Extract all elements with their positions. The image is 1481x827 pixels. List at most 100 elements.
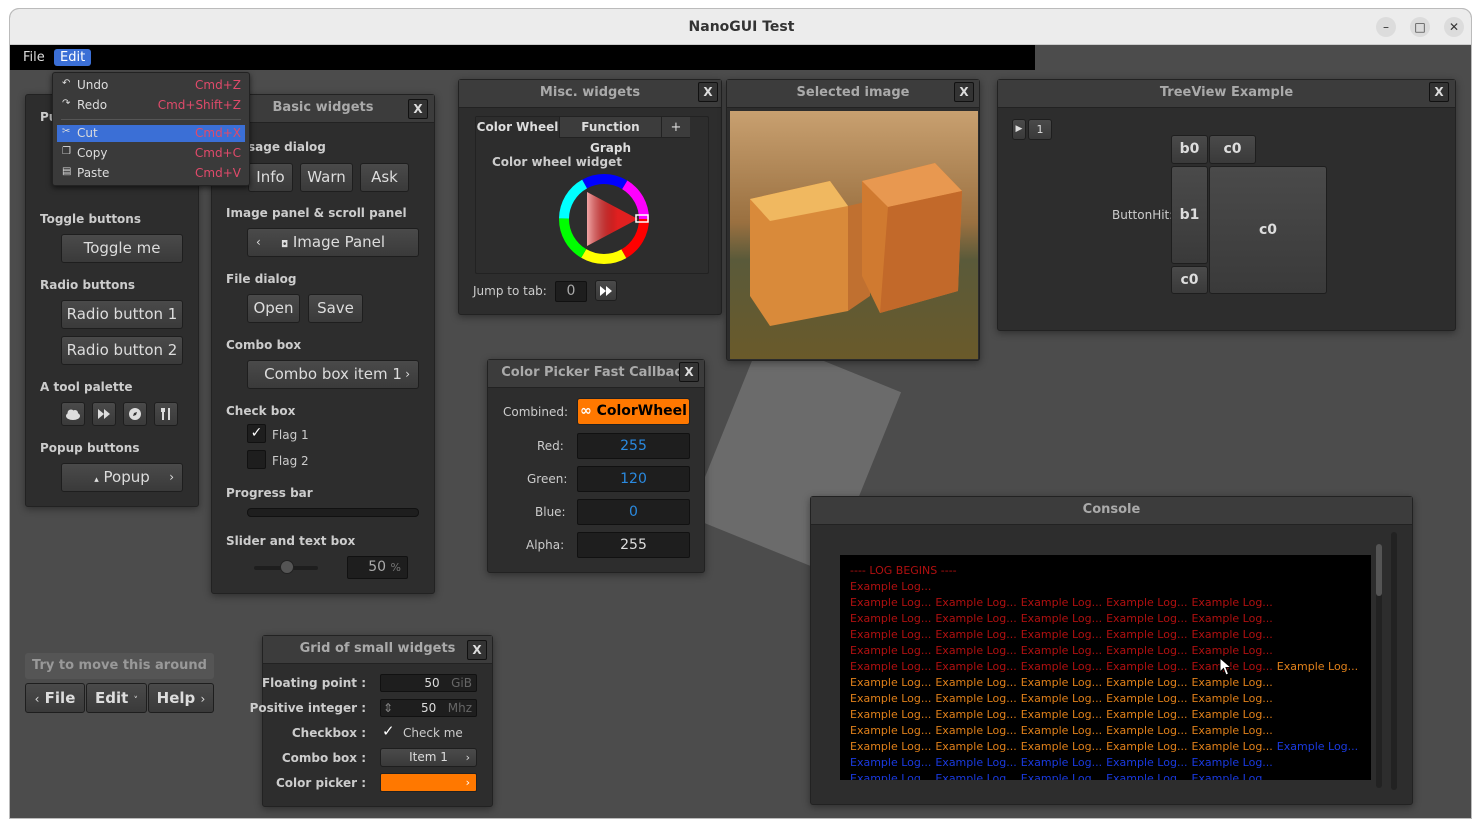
alpha-input[interactable]: 255: [577, 532, 690, 558]
outer-scrollbar[interactable]: [1391, 532, 1397, 790]
blue-input[interactable]: 0: [577, 499, 690, 525]
colorwheel-button[interactable]: infinity-icon∞ ColorWheel: [577, 398, 690, 425]
chevron-right-icon: ›: [465, 751, 470, 764]
cake-image: [730, 111, 978, 359]
b0-button[interactable]: b0: [1171, 135, 1208, 164]
log-entry: Example Log...: [1106, 612, 1188, 625]
log-entry: Example Log...: [1191, 708, 1273, 721]
tab-add-button[interactable]: +: [662, 117, 690, 138]
grid-widgets-panel[interactable]: Grid of small widgets X Floating point :…: [250, 635, 493, 807]
panel-title: Try to move this around: [25, 653, 214, 679]
open-button[interactable]: Open: [247, 294, 300, 323]
tab-function-graph[interactable]: Function Graph: [560, 117, 662, 155]
ask-button[interactable]: Ask: [360, 163, 409, 192]
menu-item-undo[interactable]: ↶ Undo Cmd+Z: [57, 77, 245, 94]
slider-handle[interactable]: [280, 560, 294, 574]
image-panel-button[interactable]: ‹ ◘ Image Panel: [247, 228, 419, 257]
misc-widgets-panel[interactable]: Misc. widgets X Color Wheel Function Gra…: [458, 79, 722, 315]
red-input[interactable]: 255: [577, 433, 690, 459]
menu-item-cut[interactable]: ✂ Cut Cmd+X: [57, 125, 245, 142]
positive-integer-input[interactable]: ⇕ 50 Mhz: [380, 699, 477, 717]
play-icon[interactable]: ▶: [1012, 119, 1026, 140]
c0-top-button[interactable]: c0: [1209, 135, 1256, 164]
count-button[interactable]: 1: [1028, 119, 1052, 140]
close-button[interactable]: X: [679, 362, 699, 382]
color-wheel[interactable]: [557, 172, 651, 266]
close-button[interactable]: X: [698, 82, 718, 102]
menu-item-copy[interactable]: ❐ Copy Cmd+C: [57, 145, 245, 162]
spinner-icon[interactable]: ⇕: [383, 700, 393, 716]
minimize-button[interactable]: –: [1376, 17, 1396, 37]
utensils-icon[interactable]: [154, 402, 178, 426]
log-entry: Example Log...: [850, 660, 932, 673]
file-popup-button[interactable]: ‹ File: [25, 683, 85, 713]
panel-title: Grid of small widgets: [263, 636, 492, 664]
close-button[interactable]: X: [467, 640, 487, 660]
selected-image-panel[interactable]: Selected image X: [726, 79, 980, 361]
paste-icon: ▤: [62, 166, 72, 177]
menu-item-paste[interactable]: ▤ Paste Cmd+V: [57, 165, 245, 182]
log-entry: Example Log...: [935, 756, 1017, 769]
window-title: NanoGUI Test: [688, 19, 795, 35]
grid-combo-box[interactable]: Item 1 ›: [380, 748, 477, 767]
log-entry: Example Log...: [850, 676, 932, 689]
info-button[interactable]: Info: [248, 163, 293, 192]
title-bar[interactable]: NanoGUI Test – □ ✕: [10, 9, 1471, 45]
menu-edit[interactable]: Edit: [54, 49, 92, 66]
floating-point-input[interactable]: 50 GiB: [380, 674, 477, 692]
flag1-checkbox[interactable]: ✓: [247, 424, 266, 443]
b1-button[interactable]: b1: [1171, 166, 1208, 264]
combo-box[interactable]: Combo box item 1 ›: [247, 360, 419, 389]
radio-button-2[interactable]: Radio button 2: [61, 336, 183, 365]
blue-label: Blue:: [535, 505, 566, 519]
move-panel[interactable]: Try to move this around ‹ File Edit ˅ He…: [25, 653, 214, 714]
color-picker-button[interactable]: ›: [380, 773, 477, 792]
log-entry: Example Log...: [1106, 628, 1188, 641]
toggle-button[interactable]: Toggle me: [61, 234, 183, 263]
log-line: Example Log... Example Log... Example Log.…: [840, 675, 1371, 691]
radio-button-1[interactable]: Radio button 1: [61, 300, 183, 329]
save-button[interactable]: Save: [308, 294, 363, 323]
chevron-right-icon: ›: [169, 470, 174, 484]
fast-forward-icon[interactable]: [92, 402, 116, 426]
close-button[interactable]: X: [954, 82, 974, 102]
fast-forward-icon[interactable]: [595, 280, 617, 301]
check-me-checkbox[interactable]: ✓: [382, 722, 395, 740]
log-entry: Example Log...: [850, 612, 932, 625]
close-button[interactable]: X: [408, 99, 428, 119]
jump-to-tab-input[interactable]: 0: [555, 281, 587, 302]
slider-textbox[interactable]: 50 %: [347, 556, 408, 579]
menu-file[interactable]: File: [17, 49, 51, 66]
flag2-label: Flag 2: [272, 454, 309, 468]
maximize-button[interactable]: □: [1410, 17, 1430, 37]
warn-button[interactable]: Warn: [300, 163, 353, 192]
menu-item-redo[interactable]: ↷ Redo Cmd+Shift+Z: [57, 97, 245, 114]
tab-color-wheel[interactable]: Color Wheel: [476, 117, 560, 138]
treeview-panel[interactable]: TreeView Example X ▶ 1 ButtonHit: b0 c0 …: [997, 79, 1456, 331]
help-popup-button[interactable]: Help ›: [148, 683, 214, 713]
app-window: NanoGUI Test – □ ✕ File Edit Pu Toggle b…: [9, 8, 1472, 819]
close-window-button[interactable]: ✕: [1444, 17, 1464, 37]
cloud-icon[interactable]: [61, 402, 85, 426]
popup-button[interactable]: ▴ Popup ›: [61, 463, 183, 492]
color-picker-panel[interactable]: Color Picker Fast Callback X Combined: i…: [487, 359, 705, 573]
tool-palette-label: A tool palette: [40, 380, 133, 394]
log-entry: Example Log...: [1020, 740, 1103, 753]
slider-value: 50: [368, 559, 387, 575]
log-entry: Example Log...: [935, 772, 1017, 780]
compass-icon[interactable]: [123, 402, 147, 426]
colorwheel-label: ColorWheel: [596, 403, 687, 419]
c0-bottom-button[interactable]: c0: [1171, 266, 1208, 294]
log-line: Example Log... Example Log... Example Log.…: [840, 643, 1371, 659]
edit-popup-button[interactable]: Edit ˅: [86, 683, 147, 713]
green-input[interactable]: 120: [577, 466, 690, 492]
close-button[interactable]: X: [1429, 82, 1449, 102]
c0-main-button[interactable]: c0: [1209, 166, 1327, 294]
slider-unit: %: [390, 561, 401, 574]
panel-title: Color Picker Fast Callback: [488, 360, 704, 388]
log-entry: Example Log...: [1276, 660, 1359, 673]
flag2-checkbox[interactable]: [247, 450, 266, 469]
undo-shortcut: Cmd+Z: [195, 78, 241, 92]
console-scrollbar[interactable]: [1376, 544, 1382, 788]
mouse-cursor-icon: [1219, 657, 1233, 676]
